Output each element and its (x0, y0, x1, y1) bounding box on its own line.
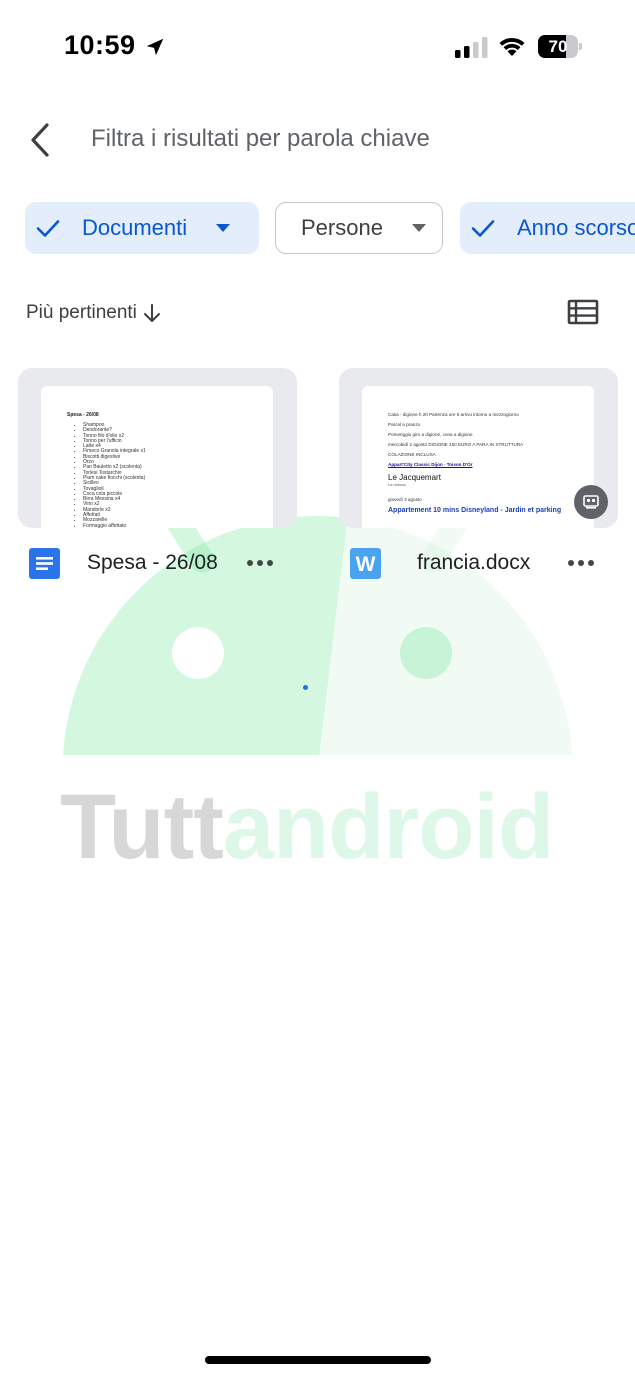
word-icon-letter: W (356, 553, 376, 576)
dropdown-caret-icon (411, 224, 426, 232)
preview-blue-heading: Appartement 10 mins Disneyland - Jardin … (388, 507, 562, 514)
sort-label: Più pertinenti (26, 302, 137, 323)
check-icon (36, 220, 60, 237)
loading-indicator (303, 685, 308, 690)
chip-people-label: Persone (301, 215, 383, 240)
preview-line: mercoledì 2 agosto DIGIONE 150 EURO A PA… (388, 442, 524, 447)
location-arrow-icon (146, 38, 164, 56)
preview-line: Pomeriggio giro a digione, cena a digion… (388, 432, 473, 437)
file-name: francia.docx (417, 551, 531, 574)
word-document-icon: W (350, 548, 381, 579)
wifi-icon (499, 37, 525, 56)
status-time: 10:59 (64, 30, 136, 60)
preview-line: COLAZIONE INCLUSA (388, 452, 436, 457)
shared-badge-icon (574, 485, 608, 519)
more-options-button[interactable] (245, 548, 275, 578)
status-bar: 10:59 70 (0, 0, 635, 95)
file-thumbnail[interactable]: Spesa - 26/08 ShampooDeodorante?Tonno fi… (18, 368, 297, 528)
chip-documents[interactable]: Documenti (25, 202, 259, 254)
battery-indicator: 70 (538, 35, 582, 58)
more-horizontal-icon (247, 560, 273, 566)
preview-line: Casa - digione h 20 Partenza ore 5 arriv… (388, 412, 519, 417)
home-indicator[interactable] (205, 1356, 431, 1364)
arrow-down-icon (143, 304, 160, 322)
watermark-text-part1: Tutt (60, 776, 224, 878)
cellular-signal-icon (455, 37, 488, 58)
google-docs-icon (29, 548, 60, 579)
file-meta-row: W francia.docx (339, 546, 619, 580)
preview-line: Parcel a pranzo (388, 422, 421, 427)
chip-last-year[interactable]: Anno scorso (460, 202, 635, 254)
preview-list: ShampooDeodorante?Tonno filo d'olio x2To… (67, 422, 247, 528)
back-button[interactable] (18, 118, 62, 162)
sort-button[interactable]: Più pertinenti (26, 302, 162, 324)
preview-link: Appart'City Classic Dijon - Toison D'Or (388, 462, 473, 467)
watermark-text: Tuttandroid (60, 775, 554, 880)
file-thumbnail[interactable]: Casa - digione h 20 Partenza ore 5 arriv… (339, 368, 618, 528)
search-input[interactable]: Filtra i risultati per parola chiave (91, 125, 430, 153)
dropdown-caret-icon (216, 224, 231, 232)
more-options-button[interactable] (566, 548, 596, 578)
filter-chip-row: Documenti Persone Anno scorso (25, 202, 635, 254)
document-preview: Spesa - 26/08 ShampooDeodorante?Tonno fi… (41, 386, 273, 528)
more-horizontal-icon (568, 560, 594, 566)
file-name: Spesa - 26/08 (87, 551, 218, 574)
chip-documents-label: Documenti (82, 215, 188, 240)
preview-title: Spesa - 26/08 (67, 412, 99, 418)
file-meta-row: Spesa - 26/08 (18, 546, 298, 580)
preview-subheading: La ricerca (388, 482, 406, 487)
chevron-left-icon (31, 123, 49, 157)
battery-level-text: 70 (548, 37, 568, 56)
check-icon (471, 220, 495, 237)
preview-heading: Le Jacquemart (388, 473, 441, 482)
preview-date-line: giovedì 3 agosto (388, 497, 422, 502)
chip-people[interactable]: Persone (275, 202, 443, 254)
list-view-icon[interactable] (567, 299, 599, 325)
chip-last-year-label: Anno scorso (517, 215, 635, 240)
file-card-francia[interactable]: Casa - digione h 20 Partenza ore 5 arriv… (339, 368, 619, 580)
watermark-text-part2: android (222, 776, 554, 878)
file-card-spesa[interactable]: Spesa - 26/08 ShampooDeodorante?Tonno fi… (18, 368, 298, 580)
document-preview: Casa - digione h 20 Partenza ore 5 arriv… (362, 386, 594, 528)
